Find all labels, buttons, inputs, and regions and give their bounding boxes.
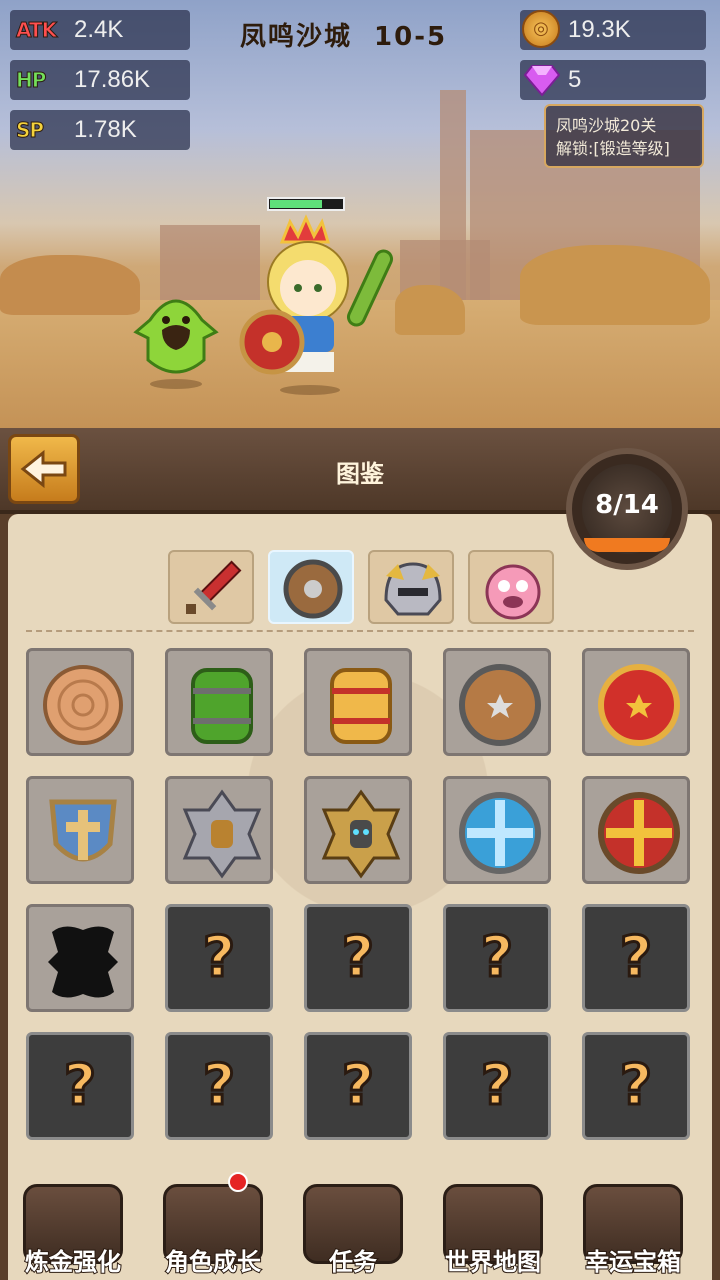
collection-item-locked[interactable]: ? — [165, 1032, 273, 1140]
unknown-item-label: ? — [618, 924, 653, 992]
wood-shield-icon — [43, 665, 123, 745]
collection-item-locked[interactable]: ? — [443, 904, 551, 1012]
unknown-item-label: ? — [62, 1052, 97, 1120]
gold-coin-icon: ◎ — [522, 10, 560, 48]
unknown-item-label: ? — [340, 1052, 375, 1120]
gold-barrel-shield-icon — [330, 668, 392, 744]
collection-item-locked[interactable]: ? — [582, 1032, 690, 1140]
nav-character[interactable]: 角色成长 — [148, 1172, 278, 1280]
collection-item[interactable] — [26, 904, 134, 1012]
blue-cross-shield-icon — [459, 792, 541, 874]
collection-progress-badge: 8/14 — [566, 448, 688, 570]
collection-panel: 图鉴 ????????? 8/14 — [0, 428, 720, 1280]
collection-item[interactable] — [582, 648, 690, 756]
nav-quest-book[interactable]: 任务 — [288, 1178, 418, 1280]
sword-icon — [186, 560, 242, 614]
collection-item-locked[interactable]: ? — [304, 904, 412, 1012]
sp-stat: SP 1.78K — [10, 110, 190, 150]
collection-item-locked[interactable]: ? — [304, 1032, 412, 1140]
pet-icon — [485, 564, 541, 620]
collection-item-locked[interactable]: ? — [443, 1032, 551, 1140]
unknown-item-label: ? — [479, 924, 514, 992]
progress-fill — [584, 538, 670, 552]
tab-weapons[interactable] — [168, 550, 254, 624]
collection-item[interactable] — [582, 776, 690, 884]
tab-shields[interactable] — [268, 550, 354, 624]
cross-shield-icon — [49, 799, 117, 862]
collection-book: ????????? — [8, 514, 712, 1280]
red-cross-shield-icon — [598, 792, 680, 874]
tab-pets[interactable] — [468, 550, 554, 624]
nav-label: 世界地图 — [444, 1247, 542, 1277]
collection-item-locked[interactable]: ? — [26, 1032, 134, 1140]
notification-dot — [228, 1172, 248, 1192]
nav-locked-chest[interactable]: 幸运宝箱 — [568, 1178, 698, 1280]
unknown-item-label: ? — [618, 1052, 653, 1120]
collection-item[interactable] — [304, 648, 412, 756]
helmet-icon — [384, 562, 442, 616]
gem-counter[interactable]: 5 — [520, 60, 706, 100]
attack-stat: ATK 2.4K — [10, 10, 190, 50]
collection-item[interactable] — [26, 648, 134, 756]
silhouette-shield-icon — [48, 926, 118, 998]
silver-spiked-shield-icon — [182, 789, 262, 879]
nav-label: 任务 — [328, 1247, 378, 1277]
unknown-item-label: ? — [201, 1052, 236, 1120]
collection-item[interactable] — [165, 648, 273, 756]
battle-scene: ATK 2.4K HP 17.86K SP 1.78K 凤鸣沙城 10-5 ◎ 1… — [0, 0, 720, 430]
desert-rock — [520, 245, 710, 325]
hero-character — [239, 197, 394, 395]
unlock-hint-line2: 解锁:[锻造等级] — [556, 139, 670, 158]
attack-label: ATK — [15, 18, 57, 43]
stage-name: 凤鸣沙城 — [240, 22, 353, 52]
desert-rock — [0, 255, 140, 315]
cactus-enemy — [133, 299, 219, 389]
gem-icon — [524, 65, 560, 96]
collection-progress: 8/14 — [595, 490, 659, 520]
collection-item[interactable] — [26, 776, 134, 884]
nav-map-scroll[interactable]: 世界地图 — [428, 1178, 558, 1280]
attack-value: 2.4K — [74, 16, 124, 43]
gold-counter[interactable]: ◎ 19.3K — [520, 10, 706, 50]
hp-stat: HP 17.86K — [10, 60, 190, 100]
unlock-hint[interactable]: 凤鸣沙城20关 解锁:[锻造等级] — [544, 104, 704, 168]
unknown-item-label: ? — [201, 924, 236, 992]
green-barrel-shield-icon — [191, 668, 253, 744]
nav-label: 幸运宝箱 — [584, 1247, 682, 1277]
collection-item[interactable] — [443, 776, 551, 884]
nav-anvil[interactable]: 炼金强化 — [8, 1178, 138, 1280]
stage-level: 10-5 — [374, 22, 448, 52]
hp-label: HP — [15, 68, 46, 93]
unknown-item-label: ? — [340, 924, 375, 992]
unlock-hint-line1: 凤鸣沙城20关 — [556, 116, 657, 135]
hp-value: 17.86K — [74, 66, 151, 93]
round-star-shield-icon — [459, 664, 541, 746]
sp-value: 1.78K — [74, 116, 137, 143]
gem-value: 5 — [568, 66, 582, 93]
collection-item-locked[interactable]: ? — [165, 904, 273, 1012]
shield-icon — [283, 559, 343, 619]
nav-label: 炼金强化 — [24, 1247, 122, 1277]
gold-spiked-shield-icon — [321, 789, 401, 879]
sp-label: SP — [15, 118, 44, 143]
collection-item[interactable] — [165, 776, 273, 884]
red-star-shield-icon — [598, 664, 680, 746]
nav-label: 角色成长 — [164, 1247, 262, 1277]
gold-value: 19.3K — [568, 16, 631, 43]
tab-helmets[interactable] — [368, 550, 454, 624]
unknown-item-label: ? — [479, 1052, 514, 1120]
collection-item-locked[interactable]: ? — [582, 904, 690, 1012]
collection-item[interactable] — [443, 648, 551, 756]
stage-title: 凤鸣沙城 10-5 — [240, 16, 447, 53]
collection-item[interactable] — [304, 776, 412, 884]
